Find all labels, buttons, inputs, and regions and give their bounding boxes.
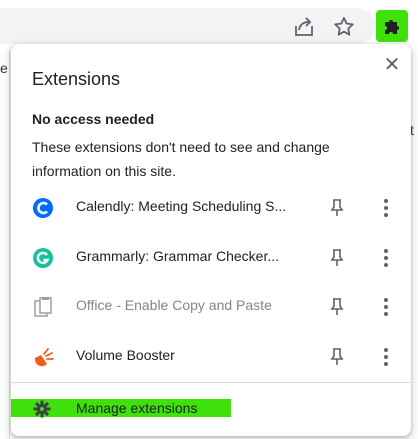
more-options-icon[interactable] xyxy=(381,347,391,367)
extension-item-calendly[interactable]: Calendly: Meeting Scheduling S... xyxy=(11,183,411,233)
extension-item-office[interactable]: Office - Enable Copy and Paste xyxy=(11,282,411,332)
pin-icon[interactable] xyxy=(329,248,345,268)
extension-name: Grammarly: Grammar Checker... xyxy=(76,248,280,264)
close-icon[interactable]: ✕ xyxy=(381,54,403,76)
more-options-icon[interactable] xyxy=(381,248,391,268)
extension-name: Calendly: Meeting Scheduling S... xyxy=(76,198,287,214)
pin-icon[interactable] xyxy=(329,297,345,317)
extension-name: Office - Enable Copy and Paste xyxy=(76,297,272,313)
pin-icon[interactable] xyxy=(329,347,345,367)
browser-toolbar xyxy=(0,0,418,50)
calendly-icon xyxy=(32,197,54,219)
share-icon[interactable] xyxy=(292,16,316,38)
manage-extensions-button[interactable]: Manage extensions xyxy=(11,399,231,418)
background-text: e xyxy=(0,60,8,76)
section-description: These extensions don't need to see and c… xyxy=(32,139,330,179)
extensions-button[interactable] xyxy=(376,10,408,42)
divider xyxy=(11,382,411,383)
office-icon xyxy=(32,296,54,318)
grammarly-icon xyxy=(32,247,54,269)
section-title: No access needed xyxy=(32,111,155,127)
more-options-icon[interactable] xyxy=(381,297,391,317)
extension-item-volume-booster[interactable]: Volume Booster xyxy=(11,332,411,382)
star-icon[interactable] xyxy=(332,15,356,39)
popup-title: Extensions xyxy=(32,69,121,89)
gear-icon xyxy=(33,400,51,418)
volume-booster-icon xyxy=(32,346,54,368)
page-background-edge xyxy=(0,50,10,439)
manage-extensions-label: Manage extensions xyxy=(76,400,198,416)
address-bar[interactable] xyxy=(0,8,375,44)
extension-name: Volume Booster xyxy=(76,347,175,363)
extensions-popup: Extensions ✕ No access needed These exte… xyxy=(11,44,411,436)
more-options-icon[interactable] xyxy=(381,198,391,218)
pin-icon[interactable] xyxy=(329,198,345,218)
extension-item-grammarly[interactable]: Grammarly: Grammar Checker... xyxy=(11,233,411,283)
